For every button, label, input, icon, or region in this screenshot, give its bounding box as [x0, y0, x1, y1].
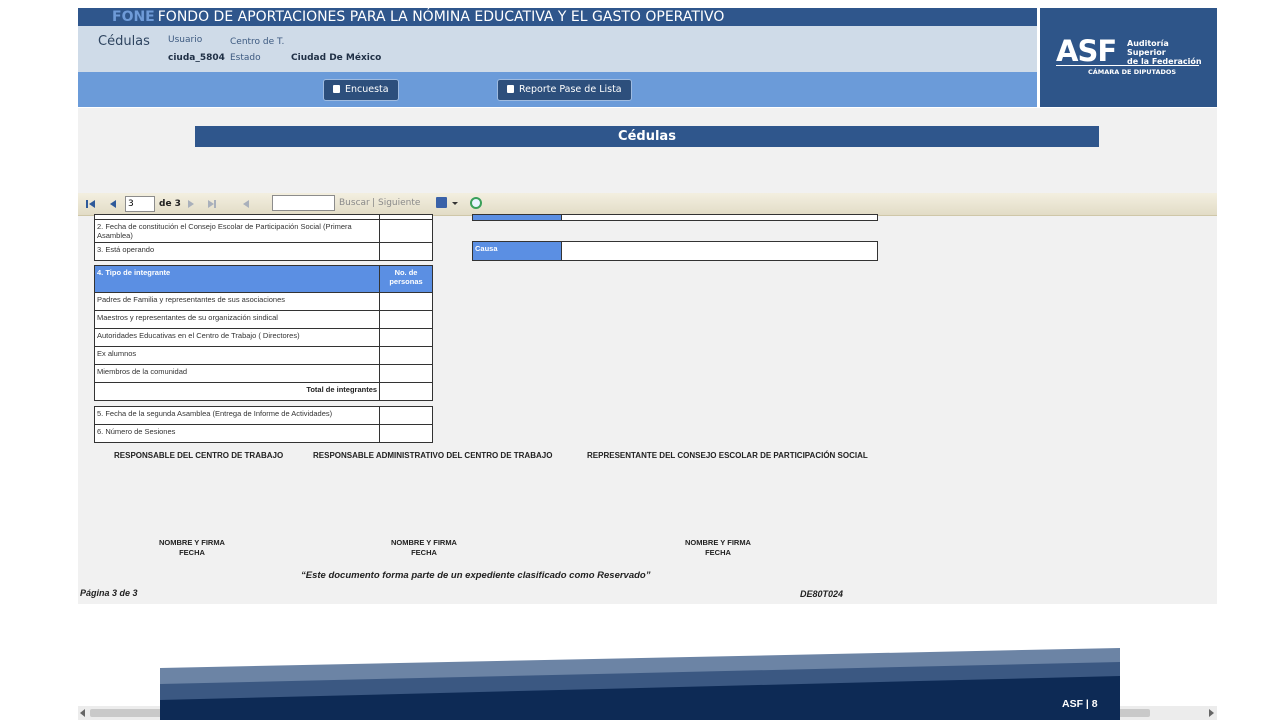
action-bar: Encuesta Reporte Pase de Lista	[78, 72, 1037, 107]
signature-title-representante: REPRESENTANTE DEL CONSEJO ESCOLAR DE PAR…	[587, 451, 868, 460]
total-label: Total de integrantes	[93, 382, 381, 401]
sesiones-table: 5. Fecha de la segunda Asamblea (Entrega…	[93, 406, 433, 443]
page-footer: Página 3 de 3	[80, 588, 138, 598]
signature-block: NOMBRE Y FIRMA FECHA	[685, 538, 751, 557]
logo-text: Auditoría Superior de la Federación	[1127, 39, 1202, 66]
lock-icon	[333, 85, 340, 93]
classified-note: “Este documento forma parte de un expedi…	[301, 570, 651, 581]
report-toolbar: de 3 Buscar | Siguiente	[78, 193, 1217, 216]
export-icon[interactable]	[436, 197, 447, 208]
app-abbreviation: FONE	[112, 9, 155, 25]
table-row: 3. Está operando	[93, 242, 381, 261]
scroll-left-icon[interactable]	[80, 709, 85, 717]
app-title: FONDO DE APORTACIONES PARA LA NÓMINA EDU…	[157, 9, 725, 25]
export-dropdown-icon[interactable]	[452, 202, 458, 205]
find-separator: |	[372, 198, 376, 208]
table-row: Miembros de la comunidad	[93, 364, 381, 383]
footer-band	[160, 648, 1120, 720]
document-code: DE80T024	[800, 589, 844, 599]
logo-camara: CÁMARA DE DIPUTADOS	[1088, 68, 1177, 76]
usuario-label: Usuario	[168, 35, 203, 45]
estado-value: Ciudad De México	[291, 53, 382, 63]
encuesta-button[interactable]: Encuesta	[323, 79, 399, 101]
slide-number: ASF | 8	[1062, 698, 1098, 710]
app-title-bar: FONE FONDO DE APORTACIONES PARA LA NÓMINA…	[78, 8, 1037, 26]
table-row: 5. Fecha de la segunda Asamblea (Entrega…	[93, 406, 381, 425]
integrante-header: 4. Tipo de integrante	[93, 265, 381, 293]
find-next-link[interactable]: Siguiente	[378, 198, 420, 208]
search-input[interactable]	[272, 195, 335, 211]
back-button[interactable]	[243, 200, 249, 208]
user-info-bar: Cédulas Usuario Centro de T. ciuda_5804 …	[78, 26, 1037, 72]
causa-table: Causa	[472, 241, 879, 261]
centro-label: Centro de T.	[230, 37, 285, 47]
integrantes-table: 4. Tipo de integrante No. de personas Pa…	[93, 265, 433, 401]
table-row: Padres de Familia y representantes de su…	[93, 292, 381, 311]
table-row: Maestros y representantes de su organiza…	[93, 310, 381, 329]
document-icon	[507, 85, 514, 93]
estado-label: Estado	[230, 53, 261, 63]
asf-logo: ASF Auditoría Superior de la Federación …	[1040, 8, 1217, 107]
table-row: 2. Fecha de constitución el Consejo Esco…	[93, 219, 381, 243]
status-table	[472, 214, 879, 221]
asamblea-table: 2. Fecha de constitución el Consejo Esco…	[93, 214, 433, 261]
section-name: Cédulas	[98, 34, 150, 49]
refresh-icon[interactable]	[470, 197, 482, 209]
table-row: Ex alumnos	[93, 346, 381, 365]
causa-label: Causa	[472, 241, 562, 261]
page-heading: Cédulas	[195, 126, 1099, 147]
logo-mark: ASF	[1056, 34, 1117, 68]
page-count-label: de 3	[159, 199, 181, 209]
previous-page-button[interactable]	[110, 200, 116, 208]
scroll-right-icon[interactable]	[1209, 709, 1214, 717]
signature-block: NOMBRE Y FIRMA FECHA	[159, 538, 225, 557]
causa-value	[560, 241, 879, 261]
next-page-button[interactable]	[188, 200, 194, 208]
signature-title-centro: RESPONSABLE DEL CENTRO DE TRABAJO	[114, 451, 284, 460]
signature-block: NOMBRE Y FIRMA FECHA	[391, 538, 457, 557]
reporte-pase-lista-button[interactable]: Reporte Pase de Lista	[497, 79, 632, 101]
personas-header: No. de personas	[379, 265, 433, 293]
logo-rule	[1056, 65, 1199, 66]
table-row: 6. Número de Sesiones	[93, 424, 381, 443]
page-number-input[interactable]	[125, 196, 155, 212]
find-link[interactable]: Buscar	[339, 198, 370, 208]
table-row: Autoridades Educativas en el Centro de T…	[93, 328, 381, 347]
signature-title-administrativo: RESPONSABLE ADMINISTRATIVO DEL CENTRO DE…	[313, 451, 553, 460]
usuario-value: ciuda_5804	[168, 53, 225, 63]
